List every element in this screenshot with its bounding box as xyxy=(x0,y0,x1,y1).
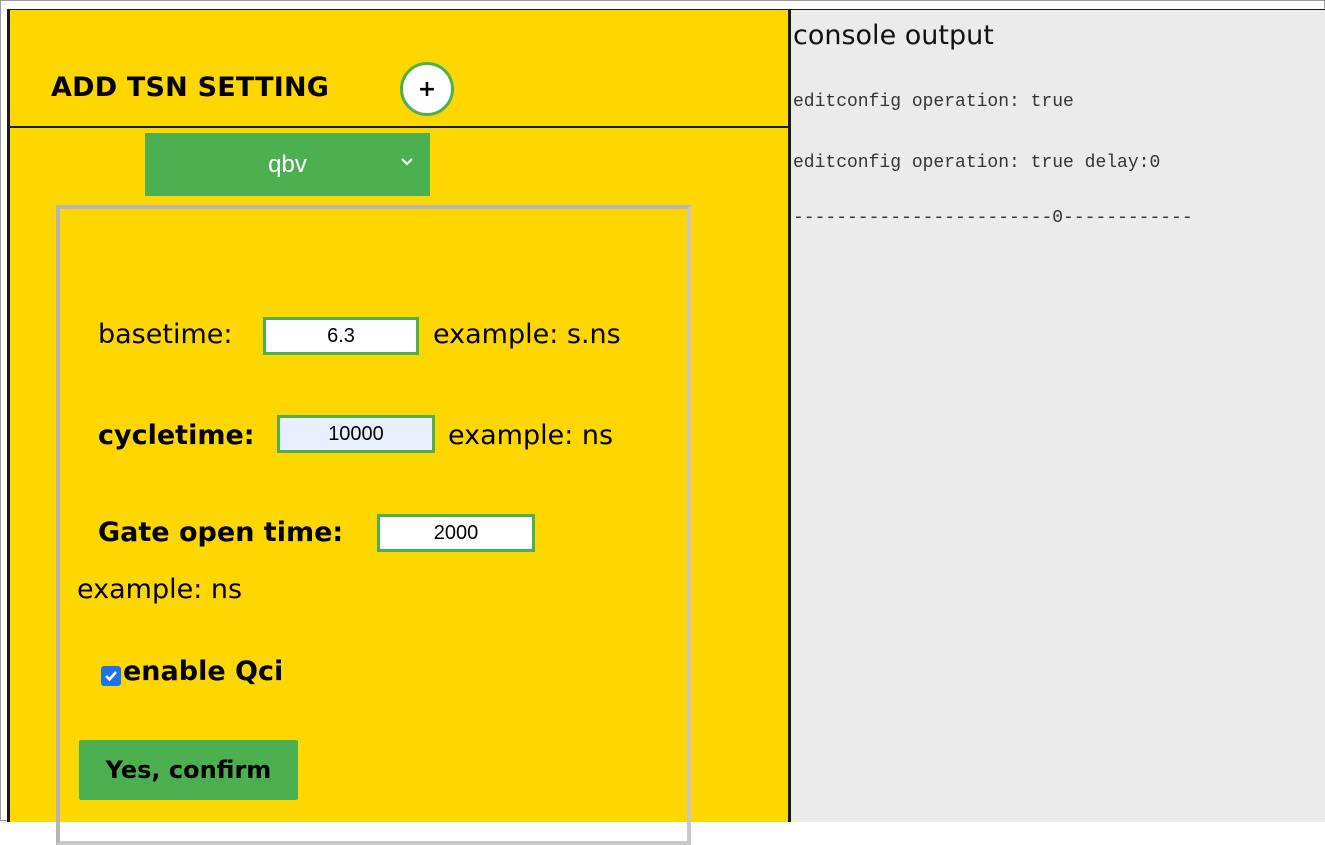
console-line: editconfig operation: true xyxy=(793,92,1074,112)
cycletime-input[interactable] xyxy=(277,415,435,453)
app-frame: ADD TSN SETTING + qbv basetime: example:… xyxy=(0,0,1325,845)
console-line: ------------------------0------------ xyxy=(793,208,1193,228)
basetime-input[interactable] xyxy=(263,317,419,355)
add-setting-button[interactable]: + xyxy=(400,62,454,116)
tsn-type-select[interactable]: qbv xyxy=(145,133,430,196)
enable-qci-label: enable Qci xyxy=(123,656,284,687)
gate-open-time-input[interactable] xyxy=(377,514,535,552)
tsn-type-selected-value: qbv xyxy=(268,150,307,178)
cycletime-label: cycletime: xyxy=(98,420,255,451)
basetime-label: basetime: xyxy=(98,319,233,350)
chevron-down-icon xyxy=(401,158,413,166)
panel-title: ADD TSN SETTING xyxy=(51,72,330,103)
enable-qci-checkbox[interactable] xyxy=(101,666,121,686)
plus-icon: + xyxy=(417,76,437,102)
confirm-button[interactable]: Yes, confirm xyxy=(79,740,298,800)
cycletime-hint: example: ns xyxy=(448,420,614,451)
basetime-hint: example: s.ns xyxy=(433,319,621,350)
panel-header: ADD TSN SETTING + xyxy=(10,10,788,128)
gate-open-time-hint: example: ns xyxy=(77,574,243,605)
console-title: console output xyxy=(793,20,994,51)
console-line: editconfig operation: true delay:0 xyxy=(793,153,1161,173)
console-output-panel: console output editconfig operation: tru… xyxy=(791,9,1325,822)
tsn-settings-panel: ADD TSN SETTING + qbv basetime: example:… xyxy=(7,9,791,845)
gate-open-time-label: Gate open time: xyxy=(98,517,344,548)
checkmark-icon xyxy=(105,671,117,682)
